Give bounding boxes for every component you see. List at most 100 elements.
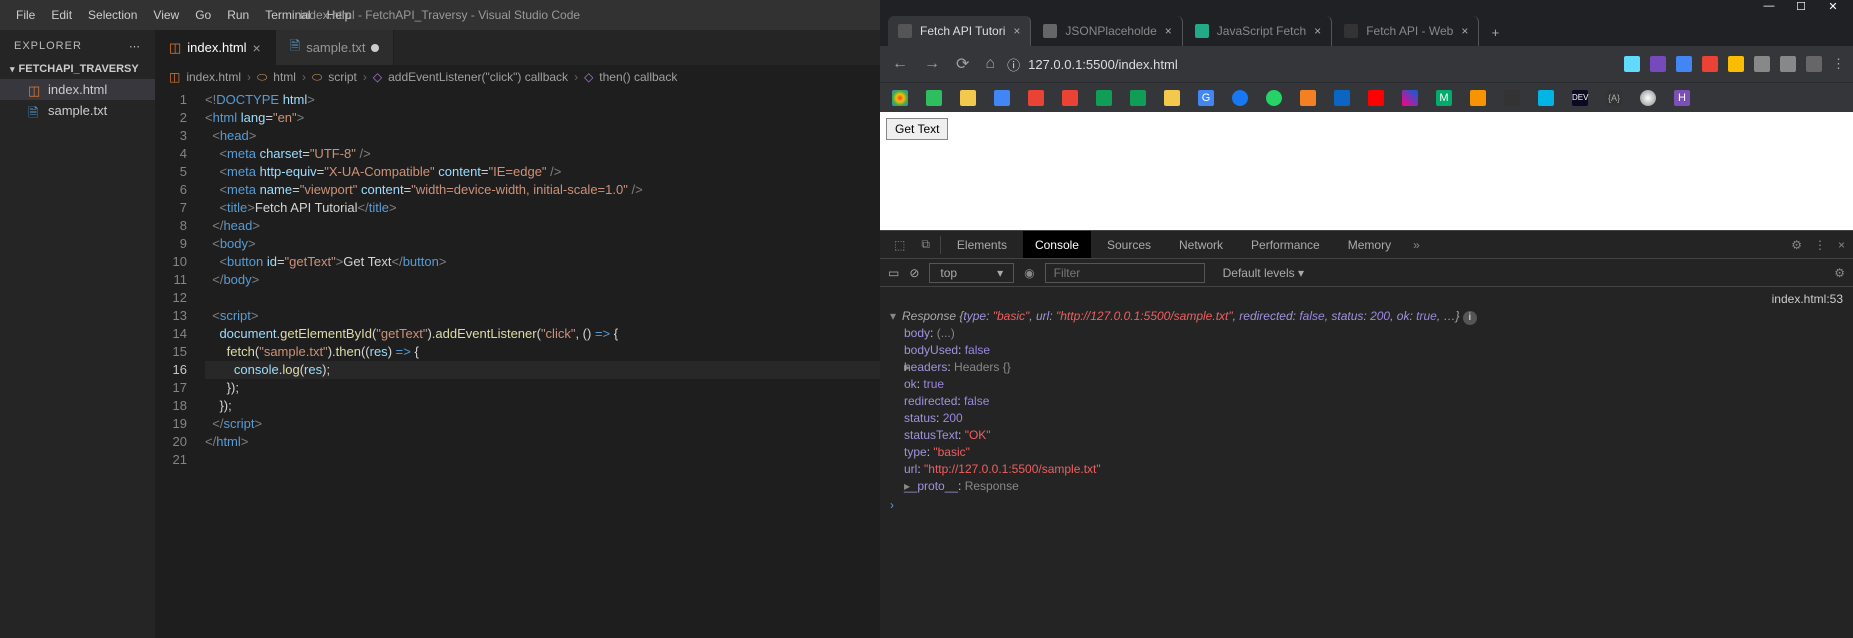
breadcrumb-item[interactable]: index.html: [186, 70, 241, 84]
close-icon[interactable]: ×: [1461, 24, 1468, 38]
close-icon[interactable]: ✕: [1827, 0, 1839, 13]
console-property[interactable]: redirected: false: [904, 393, 1843, 410]
close-icon[interactable]: ×: [1838, 238, 1845, 252]
facebook-bookmark-icon[interactable]: [1232, 90, 1248, 106]
clear-console-icon[interactable]: ⊘: [909, 266, 919, 280]
menu-view[interactable]: View: [145, 8, 187, 22]
console-property[interactable]: headers: Headers {}: [904, 359, 1843, 376]
browser-tab-fetch-web[interactable]: Fetch API - Web ×: [1334, 16, 1479, 46]
new-tab-button[interactable]: +: [1481, 18, 1509, 46]
close-icon[interactable]: ×: [253, 40, 261, 56]
menu-run[interactable]: Run: [219, 8, 257, 22]
console-property[interactable]: statusText: "OK": [904, 427, 1843, 444]
expand-icon[interactable]: ▸: [890, 478, 904, 495]
bookmark-icon[interactable]: [994, 90, 1010, 106]
github-bookmark-icon[interactable]: [1504, 90, 1520, 106]
close-icon[interactable]: ×: [1165, 24, 1172, 38]
kebab-icon[interactable]: ⋮: [1814, 238, 1826, 252]
ext-icon[interactable]: [1728, 56, 1744, 72]
redux-ext-icon[interactable]: [1650, 56, 1666, 72]
expand-icon[interactable]: [890, 410, 904, 427]
devtools-tab-console[interactable]: Console: [1023, 231, 1091, 258]
eye-icon[interactable]: ◉: [1024, 266, 1034, 280]
react-ext-icon[interactable]: [1624, 56, 1640, 72]
console-output[interactable]: index.html:53 ▾ Response {type: "basic",…: [880, 287, 1853, 638]
gear-icon[interactable]: ⚙: [1834, 266, 1845, 280]
collapse-icon[interactable]: ▾: [890, 308, 902, 325]
console-property[interactable]: body: (...): [904, 325, 1843, 342]
explorer-folder[interactable]: FETCHAPI_TRAVERSY: [0, 59, 155, 79]
code-editor[interactable]: 123456789101112131415161718192021 <!DOCT…: [155, 89, 880, 638]
tab-sample-txt[interactable]: 🗎 sample.txt: [276, 30, 395, 65]
bookmark-icon[interactable]: [1538, 90, 1554, 106]
evernote-bookmark-icon[interactable]: [926, 90, 942, 106]
expand-icon[interactable]: [890, 427, 904, 444]
devtools-tab-sources[interactable]: Sources: [1095, 231, 1163, 258]
menu-go[interactable]: Go: [187, 8, 219, 22]
minimize-icon[interactable]: —: [1763, 0, 1775, 12]
browser-tab-fetch-tutorial[interactable]: Fetch API Tutori ×: [888, 16, 1031, 46]
info-badge-icon[interactable]: i: [1463, 311, 1477, 325]
bookmark-icon[interactable]: [1640, 90, 1656, 106]
console-prompt[interactable]: ›: [880, 495, 1853, 516]
forward-icon[interactable]: →: [920, 51, 944, 77]
console-property[interactable]: type: "basic": [904, 444, 1843, 461]
devtools-tab-performance[interactable]: Performance: [1239, 231, 1332, 258]
file-item-index[interactable]: ◫ index.html: [0, 79, 155, 100]
explorer-more-icon[interactable]: ⋯: [129, 40, 141, 53]
home-icon[interactable]: ⌂: [981, 51, 999, 77]
stackoverflow-bookmark-icon[interactable]: [1300, 90, 1316, 106]
menu-selection[interactable]: Selection: [80, 8, 145, 22]
close-icon[interactable]: ×: [1013, 24, 1020, 38]
breadcrumb-item[interactable]: then() callback: [599, 70, 677, 84]
reload-icon[interactable]: ⟳: [952, 50, 973, 78]
google-g-bookmark-icon[interactable]: G: [1198, 90, 1214, 106]
log-levels-selector[interactable]: Default levels ▾: [1215, 264, 1312, 282]
breadcrumb[interactable]: ◫ index.html › ⬭ html › ⬭ script › ◇ add…: [155, 65, 880, 89]
ext-icon[interactable]: [1676, 56, 1692, 72]
menu-edit[interactable]: Edit: [43, 8, 80, 22]
url-input[interactable]: ⓘ 127.0.0.1:5500/index.html: [1007, 55, 1616, 74]
context-selector[interactable]: top ▾: [929, 263, 1014, 283]
gmail-bookmark-icon[interactable]: [1028, 90, 1044, 106]
medium-bookmark-icon[interactable]: M: [1436, 90, 1452, 106]
ext-icon[interactable]: [1780, 56, 1796, 72]
filter-input[interactable]: Filter: [1045, 263, 1205, 283]
breadcrumb-item[interactable]: script: [328, 70, 357, 84]
browser-tab-js-fetch[interactable]: JavaScript Fetch ×: [1185, 16, 1332, 46]
menu-help[interactable]: Help: [319, 8, 360, 22]
bookmark-icon[interactable]: [1164, 90, 1180, 106]
console-property[interactable]: ok: true: [904, 376, 1843, 393]
gear-icon[interactable]: ⚙: [1791, 238, 1802, 252]
device-icon[interactable]: ⧉: [915, 237, 936, 252]
devtools-tab-elements[interactable]: Elements: [945, 231, 1019, 258]
ext-icon[interactable]: [1754, 56, 1770, 72]
avatar-icon[interactable]: [1806, 56, 1822, 72]
console-property[interactable]: status: 200: [904, 410, 1843, 427]
console-property[interactable]: __proto__: Response: [904, 478, 1843, 495]
menu-terminal[interactable]: Terminal: [257, 8, 318, 22]
menu-file[interactable]: File: [8, 8, 43, 22]
google-bookmark-icon[interactable]: [892, 90, 908, 106]
back-icon[interactable]: ←: [888, 51, 912, 77]
bookmark-icon[interactable]: [1470, 90, 1486, 106]
devtools-tab-memory[interactable]: Memory: [1336, 231, 1403, 258]
keep-bookmark-icon[interactable]: [960, 90, 976, 106]
sidebar-toggle-icon[interactable]: ▭: [888, 266, 899, 280]
console-property[interactable]: url: "http://127.0.0.1:5500/sample.txt": [904, 461, 1843, 478]
expand-icon[interactable]: [890, 342, 904, 359]
expand-icon[interactable]: ▸: [890, 359, 904, 376]
file-item-sample[interactable]: 🗎 sample.txt: [0, 100, 155, 121]
gmail-bookmark-icon[interactable]: [1062, 90, 1078, 106]
drive-bookmark-icon[interactable]: [1130, 90, 1146, 106]
expand-icon[interactable]: [890, 325, 904, 342]
flickr-bookmark-icon[interactable]: [1402, 90, 1418, 106]
dev-bookmark-icon[interactable]: DEV: [1572, 90, 1588, 106]
expand-icon[interactable]: [890, 461, 904, 478]
menu-icon[interactable]: ⋮: [1832, 56, 1845, 72]
maximize-icon[interactable]: ☐: [1795, 0, 1807, 13]
breadcrumb-item[interactable]: html: [273, 70, 296, 84]
devtools-tab-network[interactable]: Network: [1167, 231, 1235, 258]
bookmark-icon[interactable]: {A}: [1606, 90, 1622, 106]
expand-icon[interactable]: [890, 376, 904, 393]
